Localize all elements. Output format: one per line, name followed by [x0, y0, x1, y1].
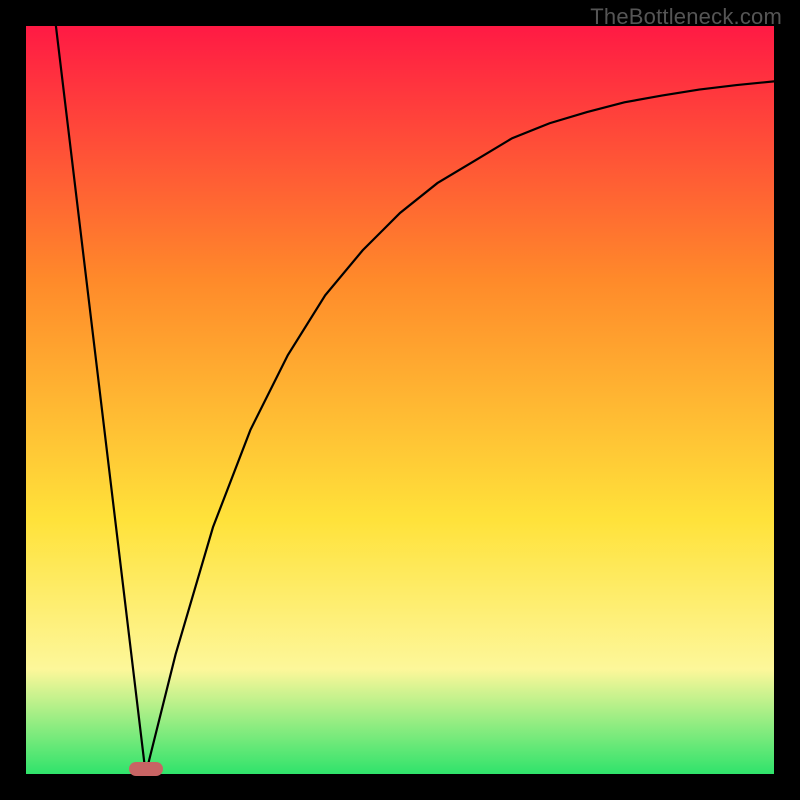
- chart-svg: [26, 26, 774, 774]
- plot-area: [26, 26, 774, 774]
- chart-frame: TheBottleneck.com: [0, 0, 800, 800]
- gradient-background: [26, 26, 774, 774]
